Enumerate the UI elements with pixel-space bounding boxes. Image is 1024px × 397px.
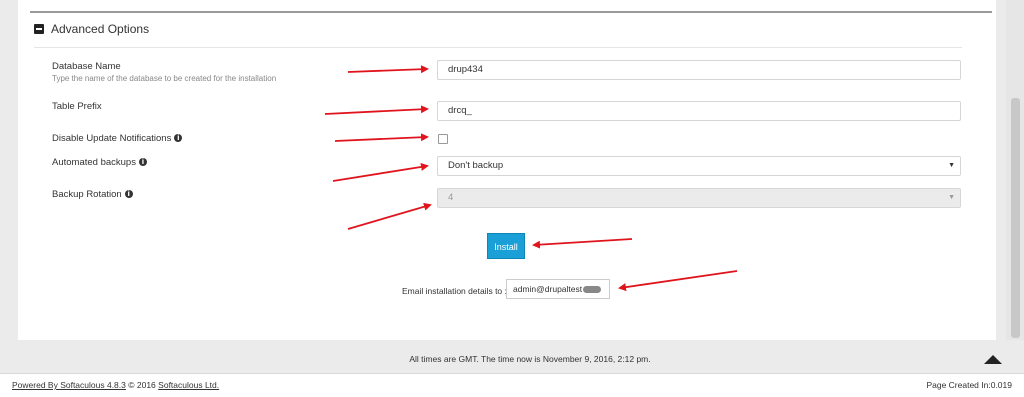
- scroll-top-icon[interactable]: [984, 355, 1002, 364]
- arrow-backup-rotation: [347, 202, 432, 230]
- page-created-time: Page Created In:0.019: [926, 380, 1012, 390]
- arrow-install: [532, 238, 633, 249]
- copyright-text: © 2016: [128, 380, 156, 390]
- arrow-disable-update: [334, 133, 429, 142]
- softaculous-company-link[interactable]: Softaculous Ltd.: [158, 380, 219, 390]
- powered-by: Powered By Softaculous 4.8.3 © 2016 Soft…: [12, 380, 219, 390]
- gmt-note: All times are GMT. The time now is Novem…: [409, 354, 651, 364]
- arrow-table-prefix: [324, 105, 429, 115]
- arrow-email: [618, 270, 738, 292]
- arrow-database-name: [347, 65, 429, 74]
- annotation-arrows: [324, 65, 738, 292]
- softaculous-version-link[interactable]: Powered By Softaculous 4.8.3: [12, 380, 126, 390]
- arrow-automated-backups: [332, 162, 429, 182]
